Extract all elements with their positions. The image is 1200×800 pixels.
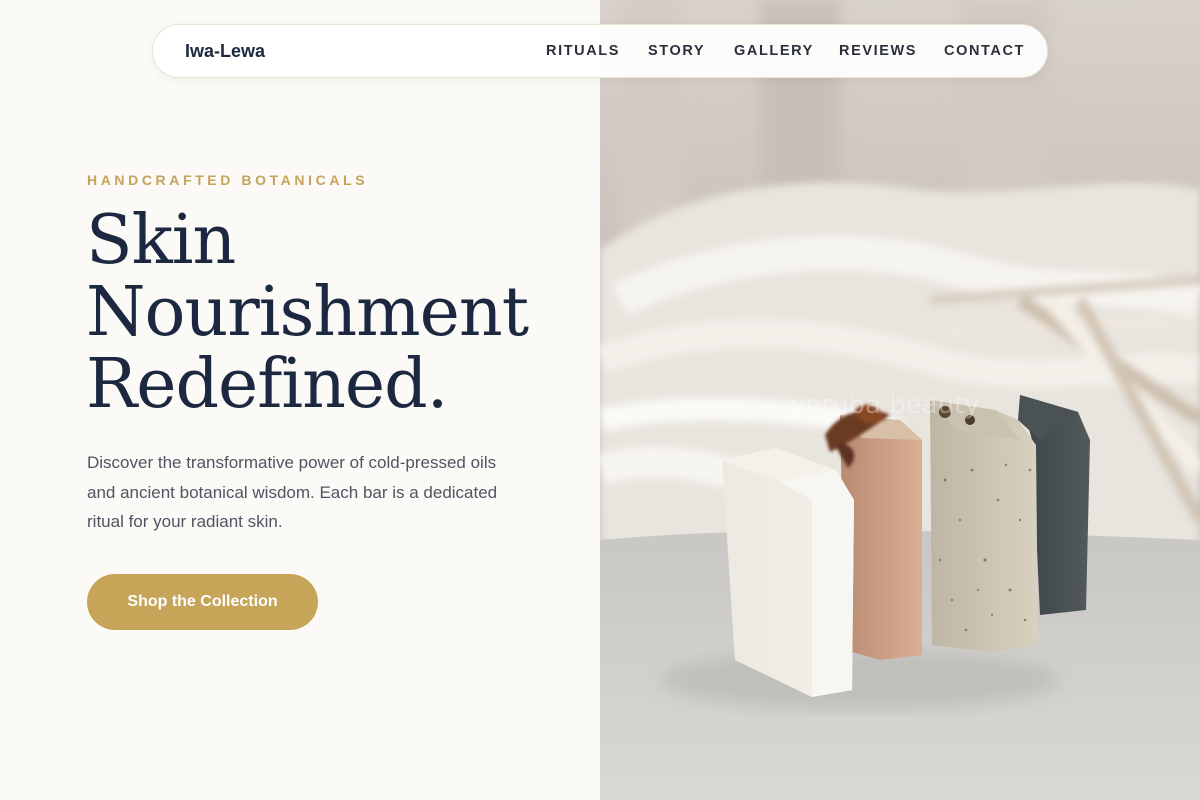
nav-reviews[interactable]: REVIEWS [839,43,917,59]
nav-rituals[interactable]: RITUALS [546,43,620,59]
nav-gallery[interactable]: GALLERY [734,43,814,59]
headline-line-1: Skin [86,201,236,280]
headline-line-2: Nourishment [86,273,529,352]
hero-headline: Skin Nourishment Redefined. [86,205,586,421]
hero-description: Discover the transformative power of col… [87,453,498,531]
hero-text-panel: HANDCRAFTED BOTANICALS Skin Nourishment … [0,0,600,800]
brand-logo[interactable]: Iwa-Lewa [185,41,265,62]
top-navbar: Iwa-Lewa RITUALS STORY GALLERY REVIEWS C… [152,24,1048,78]
nav-story[interactable]: STORY [648,43,705,59]
headline-line-3: Redefined. [86,345,448,424]
nav-contact[interactable]: CONTACT [944,43,1025,59]
hero-eyebrow: HANDCRAFTED BOTANICALS [87,172,369,188]
watermark-text: yoruba beauty [790,390,980,420]
hero-image: yoruba beauty [600,0,1200,800]
soap-bars-photo: yoruba beauty [600,0,1200,800]
shop-collection-button[interactable]: Shop the Collection [87,574,318,630]
